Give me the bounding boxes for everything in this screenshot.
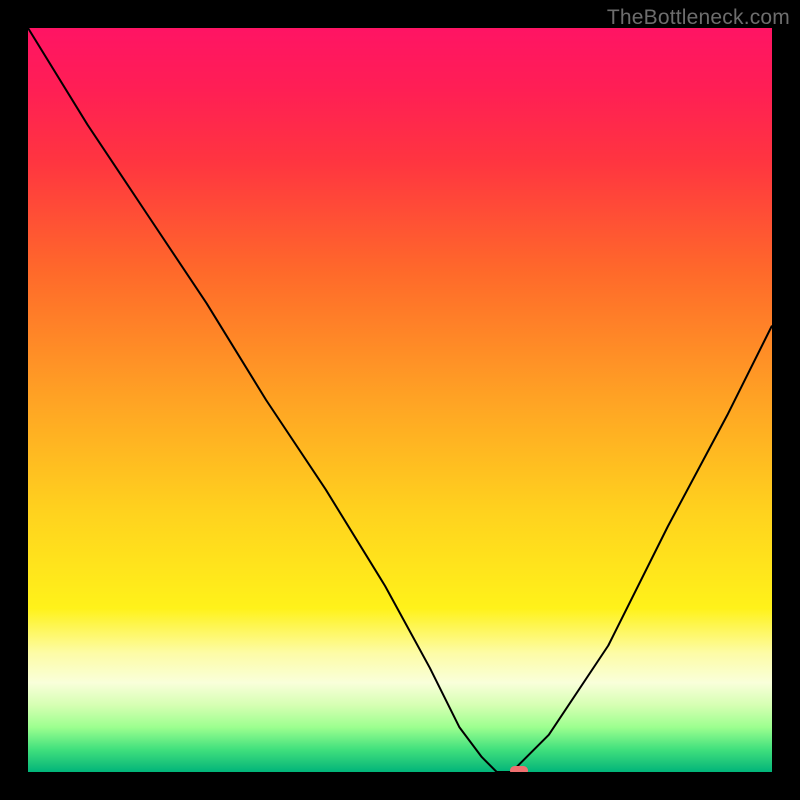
curve-path: [28, 28, 772, 772]
optimal-point-marker: [510, 766, 528, 772]
watermark-text: TheBottleneck.com: [607, 6, 790, 30]
bottleneck-curve: [28, 28, 772, 772]
chart-frame: TheBottleneck.com: [0, 0, 800, 800]
plot-area: [28, 28, 772, 772]
